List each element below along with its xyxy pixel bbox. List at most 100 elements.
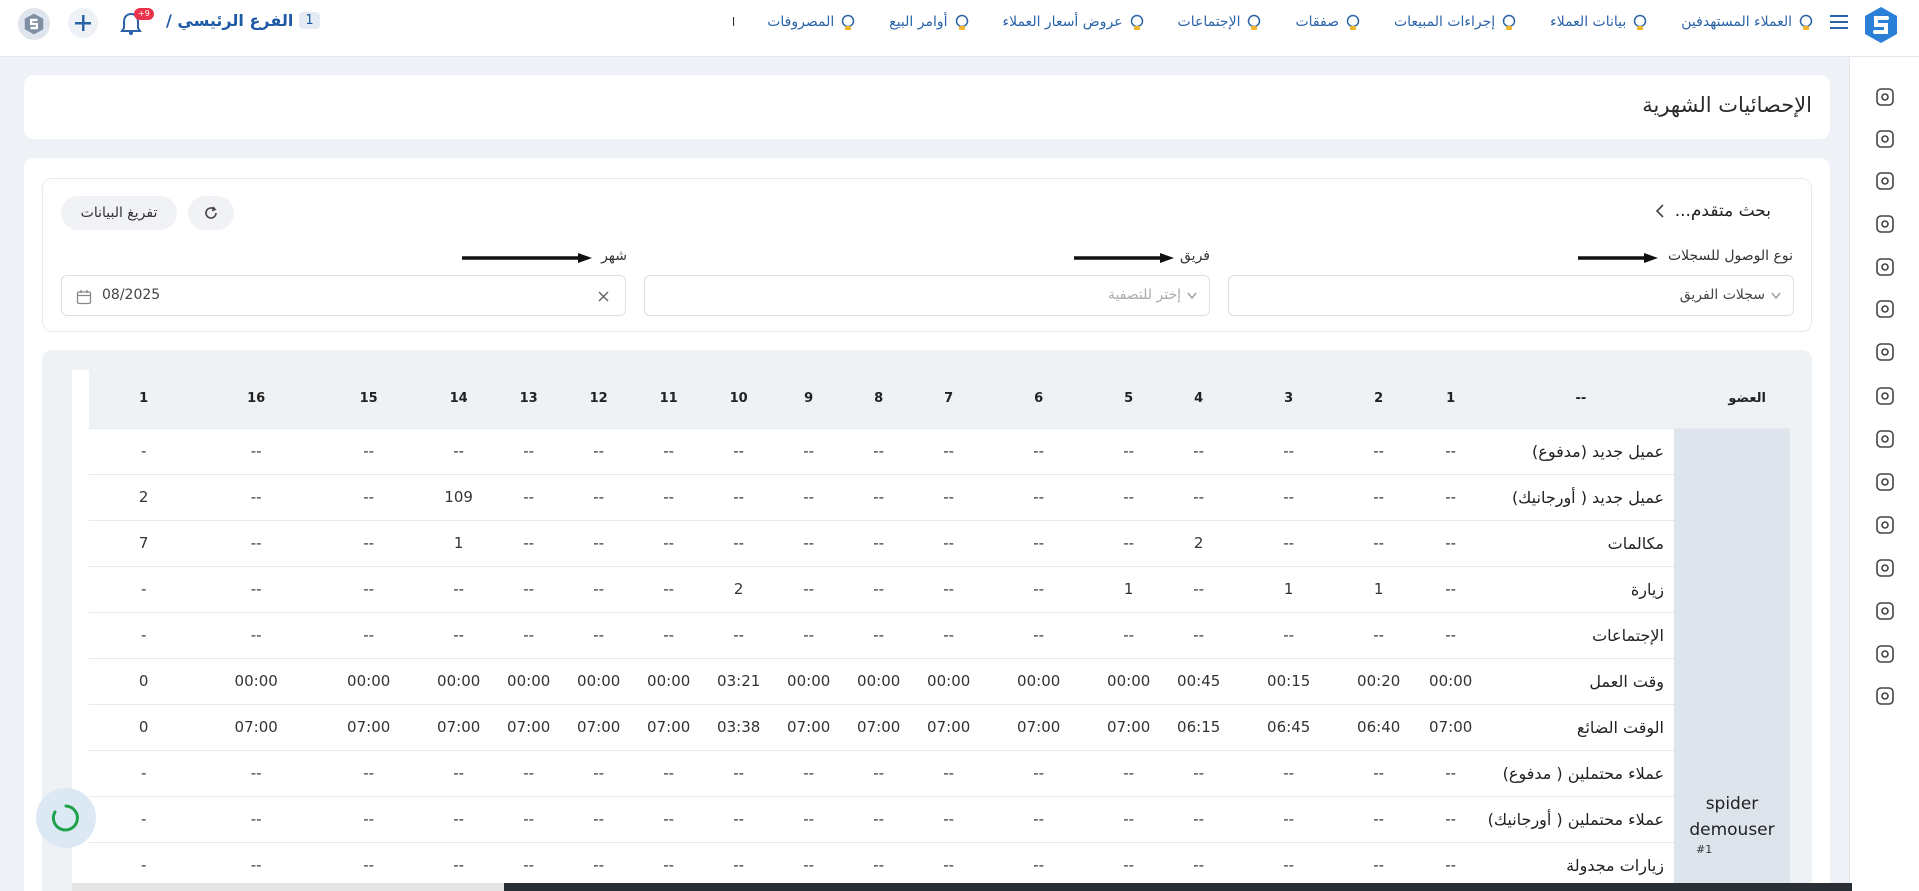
member-name: spider demouser [1689,793,1775,840]
nav-item-6[interactable]: عروض أسعار العملاء [1003,13,1146,31]
table-cell: -- [1343,749,1414,796]
menu-icon[interactable] [1830,14,1848,30]
nav-item-2[interactable]: بيانات العملاء [1550,13,1649,31]
clear-icon[interactable] [598,291,609,302]
day-column-header: 15 [313,370,424,428]
chart-icon[interactable] [1873,556,1897,580]
table-cell: -- [1163,473,1234,520]
table-cell: 00:00 [493,657,564,704]
refresh-icon [205,206,217,219]
day-column-header: 4 [1163,370,1234,428]
month-label: شهر [601,248,627,264]
day-column-header: 1 [88,370,199,428]
table-cell: -- [983,519,1094,566]
access-type-select[interactable]: سجلات الفريق [1228,275,1794,316]
customer-data-icon [1631,13,1649,31]
table-cell: -- [773,565,844,612]
day-column-header: 13 [493,370,564,428]
nav-item-1[interactable]: العملاء المستهدفين [1681,13,1815,31]
handshake-icon[interactable] [1873,169,1897,193]
table-cell: -- [983,565,1094,612]
table-cell: -- [563,841,634,888]
table-cell: -- [198,427,314,474]
day-column-header: 2 [1343,370,1414,428]
table-cell: 03:38 [703,703,774,750]
nav-item-7[interactable]: أوامر البيع [889,13,970,31]
table-cell: -- [563,795,634,842]
table-cell: 1 [1233,565,1344,612]
table-cell: -- [1343,473,1414,520]
month-picker[interactable]: 08/2025 [61,275,626,316]
table-cell: -- [423,749,494,796]
refresh-button[interactable] [188,196,234,230]
table-cell: -- [633,795,704,842]
add-button[interactable] [68,8,98,38]
phone-icon[interactable] [1873,212,1897,236]
main-nav: العملاء المستهدفين بيانات العملاء إجراءات … [732,0,1815,44]
table-cell: -- [1093,841,1164,888]
table-cell: 1 [423,519,494,566]
building-icon[interactable] [1873,127,1897,151]
warning-icon[interactable] [1873,470,1897,494]
table-cell: 2 [1163,519,1234,566]
table-cell: -- [198,519,314,566]
calendar-add-icon[interactable] [1873,340,1897,364]
nav-item-5[interactable]: الإجتماعات [1178,13,1264,31]
table-cell: -- [633,473,704,520]
users-icon[interactable] [1873,85,1897,109]
team-select[interactable]: إختر للتصفية [644,275,1210,316]
horizontal-scrollbar[interactable] [72,883,1852,891]
nav-item-4[interactable]: صفقات [1295,13,1362,31]
advanced-search-toggle[interactable]: بحث متقدم... [1655,201,1771,221]
table-cell: -- [423,795,494,842]
nav-item-8[interactable]: المصروفات [767,13,857,31]
location-icon[interactable] [1873,255,1897,279]
stats-table-scroll[interactable]: العضو -- 1 2 3 4 5 6 7 8 9 10 11 12 13 14 15 16 1 spider d… [72,370,1790,891]
table-cell: -- [1233,749,1344,796]
table-cell: -- [423,565,494,612]
scrollbar-thumb[interactable] [72,883,504,891]
video-icon[interactable] [1873,513,1897,537]
table-cell: -- [493,611,564,658]
nav-item-label: العملاء المستهدفين [1681,14,1792,30]
branch-title: الفرع الرئيسي / [166,11,294,30]
table-cell: -- [493,841,564,888]
money-icon[interactable] [1873,427,1897,451]
table-cell: 06:15 [1163,703,1234,750]
table-cell: -- [1093,519,1164,566]
table-cell: 0 [88,657,199,704]
row-label: وقت العمل [1487,657,1674,704]
table-cell: -- [1163,841,1234,888]
printer-icon[interactable] [1873,684,1897,708]
table-cell: -- [913,749,984,796]
nav-item-3[interactable]: إجراءات المبيعات [1394,13,1518,31]
table-cell: 07:00 [313,703,424,750]
user-avatar[interactable] [18,8,50,40]
table-cell: 0 [88,703,199,750]
table-cell: 2 [88,473,199,520]
invoice-icon[interactable] [1873,599,1897,623]
team-icon[interactable] [1873,384,1897,408]
app-logo-icon[interactable] [1863,6,1899,44]
table-cell: -- [773,795,844,842]
deals-icon [1344,13,1362,31]
table-cell: -- [563,473,634,520]
table-cell: -- [703,795,774,842]
table-cell: -- [423,427,494,474]
table-cell: -- [843,519,914,566]
table-row: عملاء محتملين ( أورجانيك) -- -- -- -- -- -- -- -… [88,795,1790,842]
table-cell: -- [843,473,914,520]
table-cell: - [88,427,199,474]
table-cell: -- [913,795,984,842]
table-cell: -- [843,841,914,888]
export-data-button[interactable]: تفريغ البيانات [61,196,177,230]
table-cell: -- [913,473,984,520]
telephone-icon[interactable] [1873,297,1897,321]
table-cell: -- [1233,473,1344,520]
table-cell: -- [493,565,564,612]
table-cell: -- [703,519,774,566]
table-cell: - [88,565,199,612]
branch-selector[interactable]: الفرع الرئيسي / 1 [166,11,320,30]
table-cell: -- [1093,427,1164,474]
signature-icon[interactable] [1873,642,1897,666]
